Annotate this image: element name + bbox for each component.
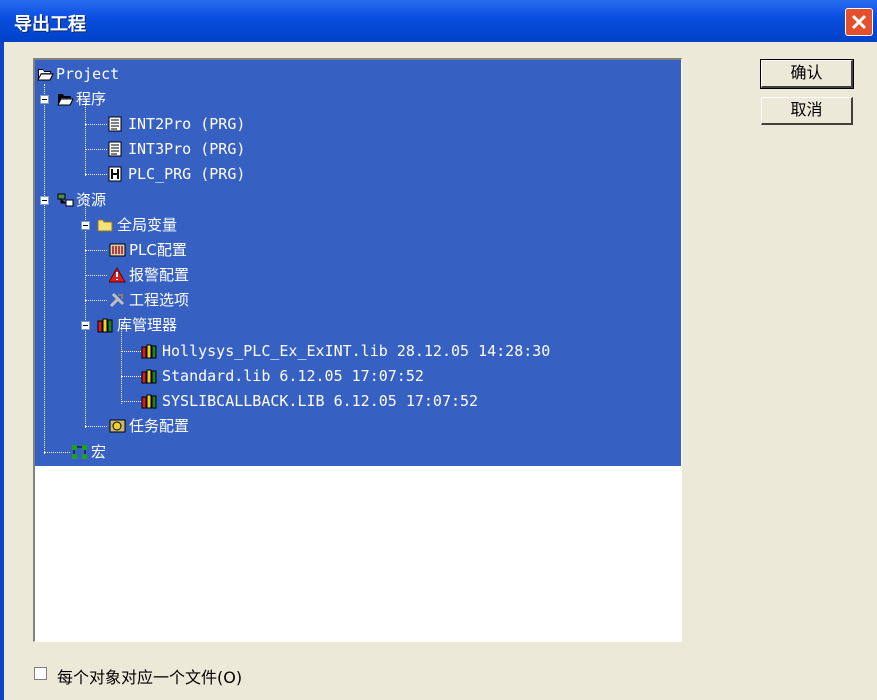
window-left-border	[0, 42, 4, 700]
tree-label: 任务配置	[129, 417, 190, 435]
resources-icon	[57, 193, 74, 207]
tree-label: Project	[56, 65, 120, 83]
task-config-icon	[109, 419, 126, 433]
tree-node-library[interactable]: SYSLIBCALLBACK.LIB 6.12.05 17:07:52	[35, 389, 680, 413]
tree-node-program[interactable]: INT2Pro (PRG)	[35, 112, 335, 136]
expand-toggle-icon[interactable]	[81, 221, 90, 230]
tree-label: 宏	[91, 443, 107, 461]
tree-node-project[interactable]: Project	[35, 62, 680, 86]
ok-button[interactable]: 确认	[760, 59, 854, 89]
tree-label: Standard.lib 6.12.05 17:07:52	[162, 367, 424, 385]
tree-node-library[interactable]: Standard.lib 6.12.05 17:07:52	[35, 364, 680, 388]
tree-label: Hollysys_PLC_Ex_ExINT.lib 28.12.05 14:28…	[162, 342, 551, 360]
library-icon	[97, 318, 113, 333]
document-icon	[108, 116, 122, 132]
collapse-toggle-icon[interactable]	[40, 196, 49, 205]
tree-node-library[interactable]: Hollysys_PLC_Ex_ExINT.lib 28.12.05 14:28…	[35, 339, 680, 363]
tree-node-macro[interactable]: 宏	[35, 440, 195, 464]
tree-node-library-manager[interactable]: 库管理器	[35, 313, 255, 337]
open-folder-icon	[37, 69, 54, 81]
tree-label: PLC配置	[129, 241, 187, 259]
collapse-toggle-icon[interactable]	[40, 95, 49, 104]
tree-label: SYSLIBCALLBACK.LIB 6.12.05 17:07:52	[162, 392, 479, 410]
one-file-per-object-checkbox[interactable]	[34, 667, 47, 680]
tree-node-project-options[interactable]: 工程选项	[35, 288, 235, 312]
ladder-diagram-icon	[108, 166, 122, 182]
library-icon	[141, 369, 157, 384]
tree-node-program[interactable]: PLC_PRG (PRG)	[35, 162, 335, 186]
tree-label: 库管理器	[117, 316, 178, 334]
tree-node-alarm-config[interactable]: 报警配置	[35, 263, 235, 287]
close-button[interactable]	[845, 8, 873, 36]
open-folder-icon	[57, 94, 74, 106]
tree-label: PLC_PRG (PRG)	[128, 165, 246, 183]
tree-node-resources[interactable]: 资源	[35, 188, 195, 212]
tree-label: 资源	[76, 191, 107, 209]
document-icon	[108, 141, 122, 157]
tree-node-task-config[interactable]: 任务配置	[35, 414, 255, 438]
tree-node-programs[interactable]: 程序	[35, 87, 195, 111]
macro-icon	[72, 445, 87, 459]
tree-node-program[interactable]: INT3Pro (PRG)	[35, 137, 335, 161]
close-icon	[851, 14, 867, 30]
tree-label: 程序	[76, 90, 107, 108]
tree-label: INT3Pro (PRG)	[128, 140, 246, 158]
checkbox-label: 每个对象对应一个文件(O)	[57, 668, 243, 687]
window-title: 导出工程	[14, 14, 86, 35]
export-project-dialog: 导出工程 Project 程序 INT2Pro (PRG) INT3Pro (P…	[0, 0, 877, 700]
plc-config-icon	[109, 243, 126, 257]
cancel-button[interactable]: 取消	[761, 97, 853, 125]
tools-icon	[109, 292, 125, 308]
library-icon	[141, 344, 157, 359]
alarm-icon	[109, 267, 126, 283]
tree-node-plc-config[interactable]: PLC配置	[35, 238, 235, 262]
tree-label: 全局变量	[117, 216, 178, 234]
title-bar[interactable]: 导出工程	[0, 0, 877, 42]
folder-icon	[97, 219, 113, 232]
tree-label: 工程选项	[129, 291, 190, 309]
collapse-toggle-icon[interactable]	[81, 321, 90, 330]
project-tree[interactable]: Project 程序 INT2Pro (PRG) INT3Pro (PRG) P…	[33, 58, 682, 642]
tree-node-global-vars[interactable]: 全局变量	[35, 213, 235, 237]
tree-label: INT2Pro (PRG)	[128, 115, 246, 133]
tree-label: 报警配置	[129, 266, 190, 284]
library-icon	[141, 394, 157, 409]
